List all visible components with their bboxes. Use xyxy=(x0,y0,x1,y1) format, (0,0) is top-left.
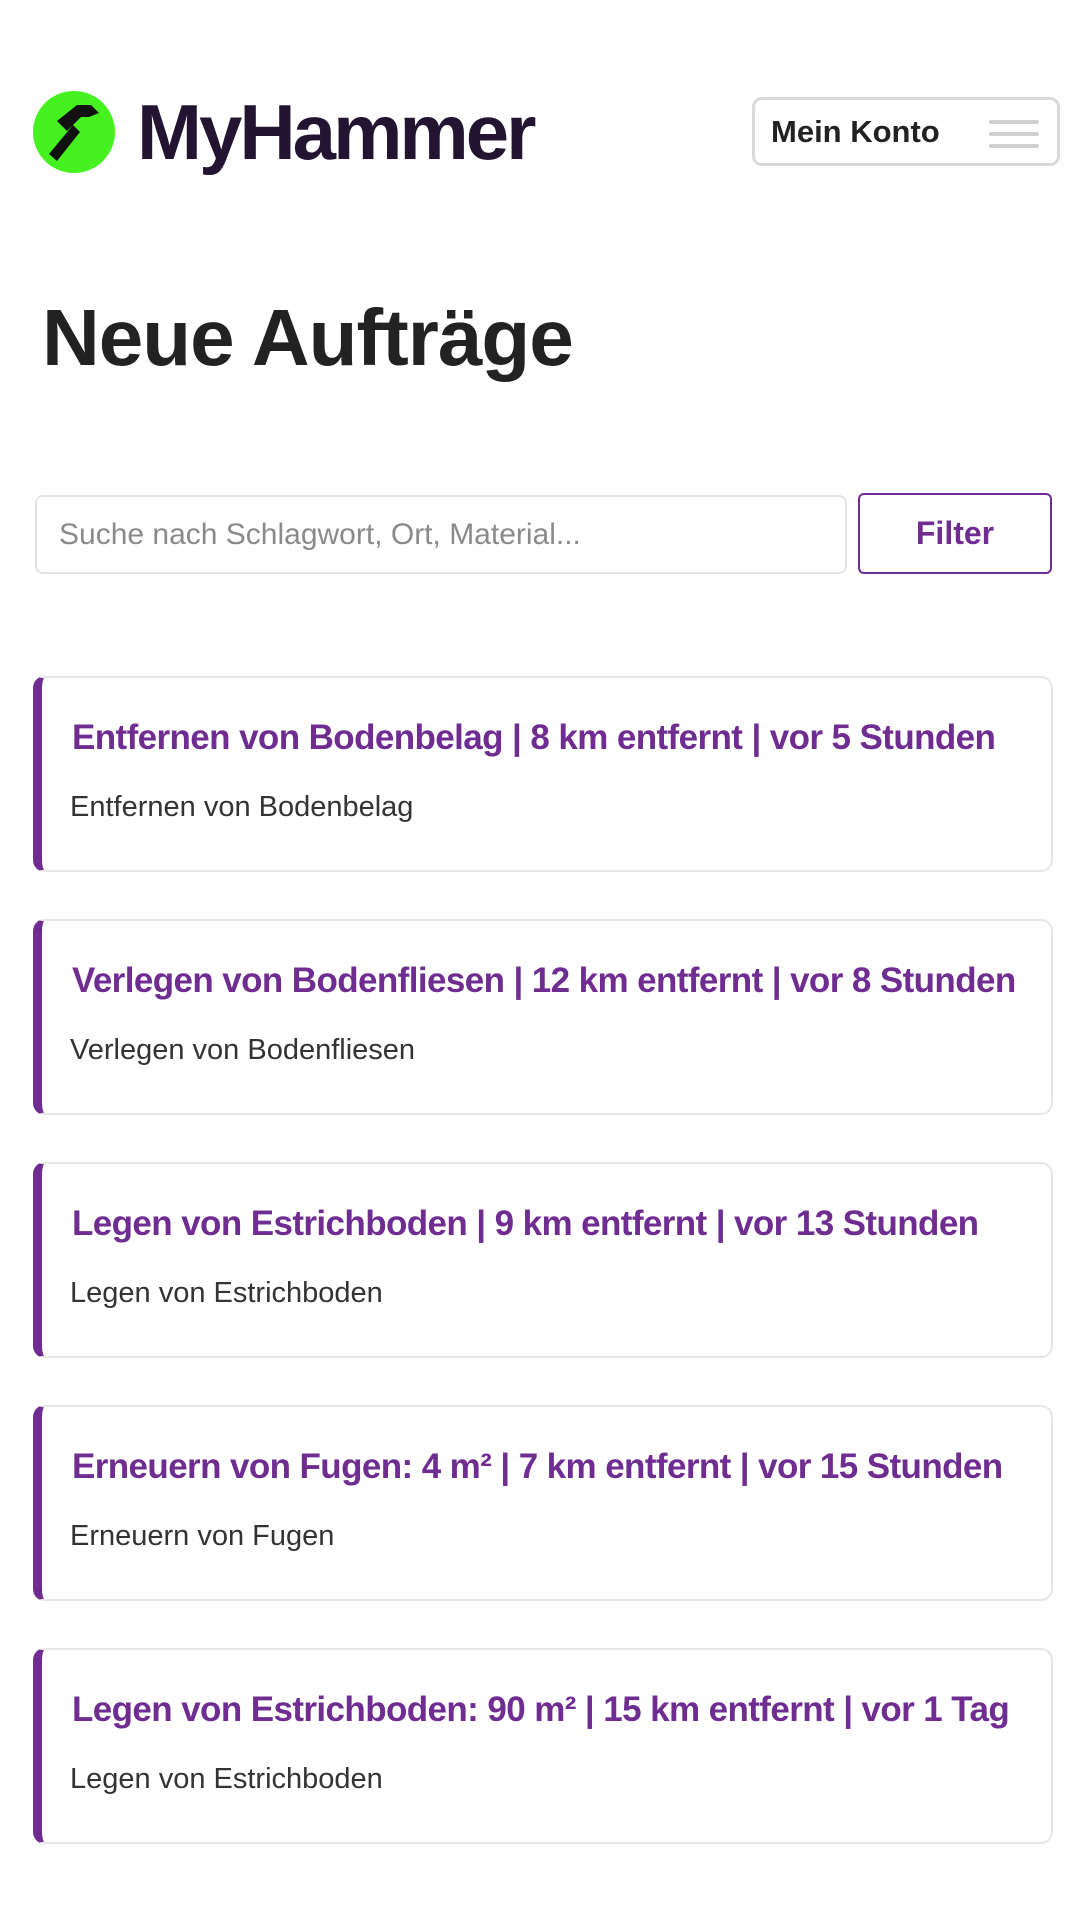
job-title[interactable]: Entfernen von Bodenbelag | 8 km entfernt… xyxy=(72,718,996,758)
job-subtitle: Legen von Estrichboden xyxy=(70,1277,383,1309)
job-card[interactable]: Entfernen von Bodenbelag | 8 km entfernt… xyxy=(33,676,1053,872)
page-title: Neue Aufträge xyxy=(42,293,574,382)
site-header: MyHammer Mein Konto xyxy=(0,0,1081,240)
brand-logo-link[interactable]: MyHammer xyxy=(33,88,537,176)
job-subtitle: Legen von Estrichboden xyxy=(70,1763,383,1795)
job-card[interactable]: Verlegen von Bodenfliesen | 12 km entfer… xyxy=(33,919,1053,1115)
hammer-icon xyxy=(33,91,115,173)
filter-button[interactable]: Filter xyxy=(858,493,1052,574)
brand-name: MyHammer xyxy=(137,88,537,176)
job-list: Entfernen von Bodenbelag | 8 km entfernt… xyxy=(33,676,1053,1891)
job-title[interactable]: Legen von Estrichboden | 9 km entfernt |… xyxy=(72,1204,979,1244)
hamburger-menu-icon xyxy=(989,120,1039,148)
search-input[interactable] xyxy=(35,495,847,574)
job-title[interactable]: Erneuern von Fugen: 4 m² | 7 km entfernt… xyxy=(72,1447,1003,1487)
job-subtitle: Erneuern von Fugen xyxy=(70,1520,335,1552)
account-menu-button[interactable]: Mein Konto xyxy=(752,97,1060,166)
job-card[interactable]: Erneuern von Fugen: 4 m² | 7 km entfernt… xyxy=(33,1405,1053,1601)
account-label: Mein Konto xyxy=(771,113,940,149)
job-title[interactable]: Legen von Estrichboden: 90 m² | 15 km en… xyxy=(72,1690,1010,1730)
job-title[interactable]: Verlegen von Bodenfliesen | 12 km entfer… xyxy=(72,961,1016,1001)
job-card[interactable]: Legen von Estrichboden: 90 m² | 15 km en… xyxy=(33,1648,1053,1844)
job-card[interactable]: Legen von Estrichboden | 9 km entfernt |… xyxy=(33,1162,1053,1358)
job-subtitle: Entfernen von Bodenbelag xyxy=(70,791,414,823)
job-subtitle: Verlegen von Bodenfliesen xyxy=(70,1034,416,1066)
